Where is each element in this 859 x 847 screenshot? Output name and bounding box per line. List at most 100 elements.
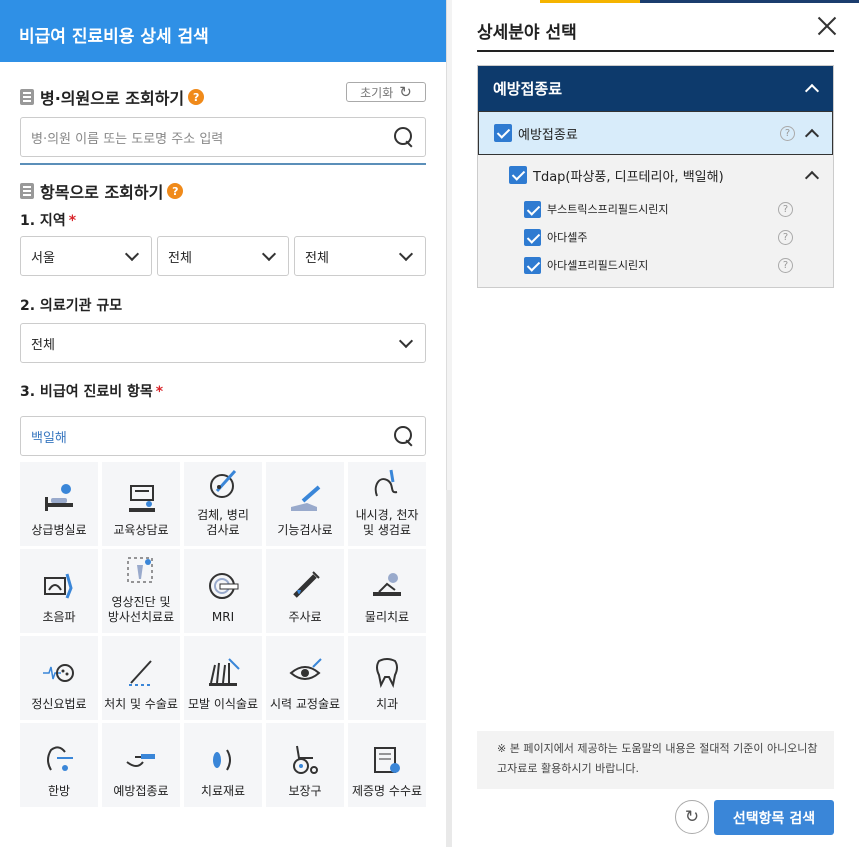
title-underline — [477, 50, 834, 52]
tree-item[interactable]: 부스트릭스프리필드시린지 ? — [478, 195, 833, 223]
category-tile[interactable]: 교육상담료 — [102, 462, 180, 546]
category-label: 한방 — [47, 784, 71, 798]
tree-selected-label: 예방접종료 — [518, 127, 578, 143]
wheelchair-icon — [293, 745, 318, 774]
help-notice: ※ 본 페이지에서 제공하는 도움말의 내용은 절대적 기준이 아니오니참고자료… — [477, 731, 834, 789]
category-label: 정신요법료 — [31, 697, 87, 711]
region-label: 1. 지역 * — [20, 210, 426, 230]
category-tile[interactable]: 보장구 — [266, 723, 344, 807]
category-tile[interactable]: 주사료 — [266, 549, 344, 633]
checkbox-checked-icon[interactable] — [509, 166, 527, 184]
tree-group-header[interactable]: 예방접종료 — [478, 66, 833, 111]
chevron-up-icon[interactable] — [804, 83, 820, 99]
hospital-search-input[interactable]: 병·의원 이름 또는 도로명 주소 입력 — [20, 117, 426, 157]
tree-subgroup-label: Tdap(파상풍, 디프테리아, 백일해) — [533, 169, 724, 185]
hospital-bed-icon — [45, 484, 73, 511]
tree-group-label: 예방접종료 — [493, 80, 563, 98]
category-grid: 상급병실료 교육상담료 검체, 병리 검사료기능검사료 내시경, 천자 및 생검료초음… — [20, 462, 426, 807]
category-label: 물리치료 — [364, 610, 410, 624]
help-icon[interactable]: ? — [167, 183, 184, 199]
tree-item-label: 아다셀프리필드시린지 — [547, 259, 649, 272]
search-icon[interactable] — [393, 126, 415, 148]
chevron-down-icon — [398, 333, 414, 348]
chevron-up-icon[interactable] — [804, 128, 820, 143]
item-label-text: 3. 비급여 진료비 항목 — [20, 384, 153, 400]
help-icon[interactable]: ? — [778, 201, 793, 217]
checkbox-checked-icon[interactable] — [524, 200, 541, 218]
category-label: 처치 및 수술료 — [104, 697, 178, 711]
scale-value: 전체 — [31, 337, 55, 353]
category-tile[interactable]: 치과 — [348, 636, 426, 720]
refresh-button[interactable]: ↻ — [675, 800, 709, 834]
chevron-up-icon[interactable] — [804, 170, 820, 185]
list-icon — [20, 89, 34, 105]
tree-subtree: Tdap(파상풍, 디프테리아, 백일해) 부스트릭스프리필드시린지 ? 아다셀… — [478, 155, 833, 287]
category-tile[interactable]: 제증명 수수료 — [348, 723, 426, 807]
brain-wave-icon — [43, 664, 74, 682]
category-tile[interactable]: 내시경, 천자 및 생검료 — [348, 462, 426, 546]
category-tile[interactable]: 검체, 병리 검사료 — [184, 462, 262, 546]
required-mark: * — [68, 213, 77, 229]
item-search-value: 백일해 — [31, 430, 67, 446]
category-tile[interactable]: 치료재료 — [184, 723, 262, 807]
selected-items-search-button[interactable]: 선택항목 검색 — [714, 800, 834, 835]
checkbox-checked-icon[interactable] — [524, 256, 541, 274]
tree-item-label: 부스트릭스프리필드시린지 — [547, 203, 669, 216]
physiotherapy-icon — [373, 573, 401, 596]
search-form: 병·의원으로 조회하기 ? 초기화 ↻ 병·의원 이름 또는 도로명 주소 입력… — [20, 62, 426, 456]
help-icon[interactable]: ? — [778, 257, 793, 273]
category-label: 시력 교정술료 — [269, 697, 341, 711]
category-tile[interactable]: 기능검사료 — [266, 462, 344, 546]
category-tile[interactable]: 예방접종료 — [102, 723, 180, 807]
detail-field-panel: 상세분야 선택 예방접종료 예방접종료 ? Tdap(파상풍, 디프테리아, 백… — [452, 0, 859, 847]
category-label: 기능검사료 — [277, 523, 333, 537]
help-icon[interactable]: ? — [778, 229, 793, 245]
chevron-down-icon — [398, 246, 414, 261]
reset-label: 초기화 — [360, 85, 394, 100]
checkbox-checked-icon[interactable] — [524, 228, 541, 246]
region-dong-value: 전체 — [305, 250, 329, 266]
acupuncture-icon — [47, 746, 73, 771]
scale-select[interactable]: 전체 — [20, 323, 426, 363]
region-select-district[interactable]: 전체 — [157, 236, 289, 276]
mri-icon — [209, 573, 239, 599]
reset-button[interactable]: 초기화 ↻ — [346, 82, 426, 102]
chevron-down-icon — [261, 246, 277, 261]
certificate-icon — [374, 747, 400, 773]
category-label: 초음파 — [42, 610, 76, 624]
item-search-input[interactable]: 백일해 — [20, 416, 426, 456]
category-tile[interactable]: 초음파 — [20, 549, 98, 633]
category-tile[interactable]: 한방 — [20, 723, 98, 807]
hospital-section-label: 병·의원으로 조회하기 — [40, 89, 185, 108]
category-label: 모발 이식술료 — [187, 697, 259, 711]
category-tile[interactable]: 모발 이식술료 — [184, 636, 262, 720]
region-district-value: 전체 — [168, 250, 192, 266]
tree-subgroup[interactable]: Tdap(파상풍, 디프테리아, 백일해) — [478, 155, 833, 195]
checkbox-checked-icon[interactable] — [494, 124, 512, 142]
region-select-city[interactable]: 서울 — [20, 236, 152, 276]
category-tile[interactable]: 정신요법료 — [20, 636, 98, 720]
help-icon[interactable]: ? — [188, 89, 205, 105]
specimen-icon — [210, 469, 237, 498]
help-icon[interactable]: ? — [780, 125, 795, 141]
category-tile[interactable]: 상급병실료 — [20, 462, 98, 546]
counseling-icon — [129, 485, 155, 512]
vaccine-icon — [126, 754, 155, 767]
category-tile[interactable]: 영상진단 및 방사선치료료 — [102, 549, 180, 633]
category-label: 내시경, 천자 및 생검료 — [355, 508, 419, 537]
close-icon[interactable] — [817, 16, 837, 36]
refresh-icon: ↻ — [684, 807, 700, 827]
category-tile[interactable]: 물리치료 — [348, 549, 426, 633]
region-select-dong[interactable]: 전체 — [294, 236, 426, 276]
category-label: MRI — [211, 610, 235, 624]
tree-selected-item[interactable]: 예방접종료 ? — [478, 111, 833, 155]
category-tile[interactable]: 처치 및 수술료 — [102, 636, 180, 720]
eye-icon — [289, 658, 322, 680]
tree-item[interactable]: 아다셀주 ? — [478, 223, 833, 251]
detail-search-panel: 비급여 진료비용 상세 검색 병·의원으로 조회하기 ? 초기화 ↻ 병·의원 … — [0, 0, 446, 847]
category-tile[interactable]: MRI — [184, 549, 262, 633]
search-icon[interactable] — [393, 425, 415, 447]
category-tile[interactable]: 시력 교정술료 — [266, 636, 344, 720]
category-label: 상급병실료 — [31, 523, 87, 537]
tree-item[interactable]: 아다셀프리필드시린지 ? — [478, 251, 833, 279]
